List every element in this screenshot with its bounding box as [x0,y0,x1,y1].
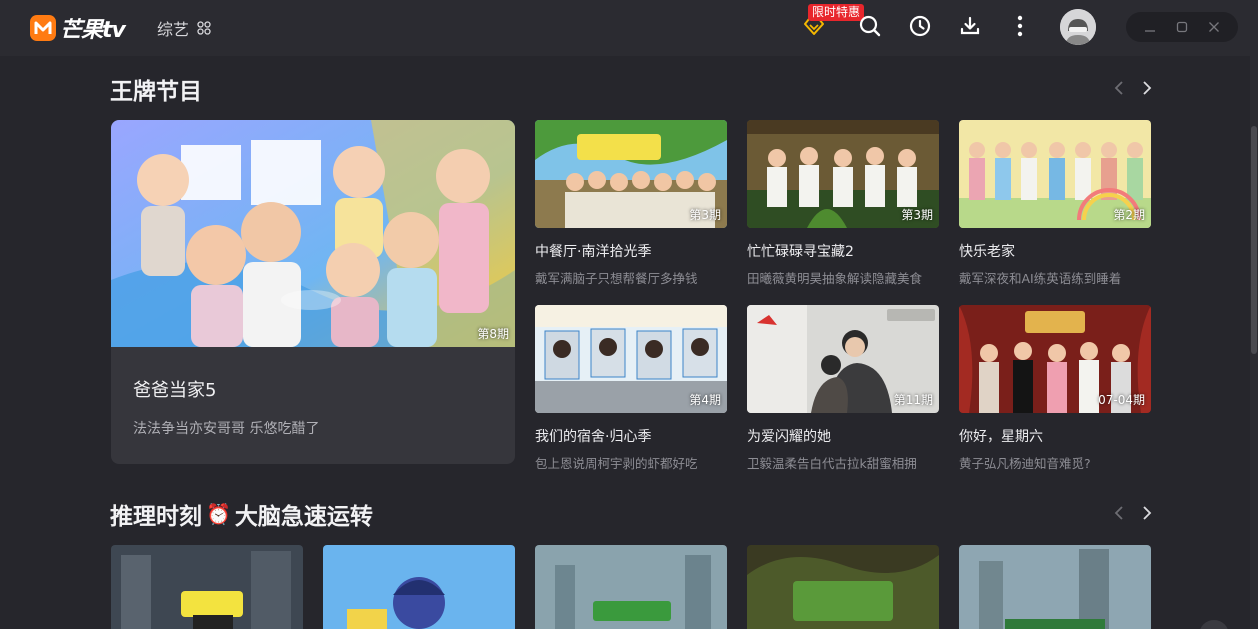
show-card[interactable]: 第3期 忙忙碌碌寻宝藏2 田曦薇黄明昊抽象解读隐藏美食 [747,120,939,287]
close-icon[interactable] [1207,20,1221,34]
show-card[interactable]: 07-04期 你好，星期六 黄子弘凡杨迪知音难觅? [959,305,1151,472]
chevron-left-icon [1114,506,1123,520]
scroll-thumb[interactable] [1251,126,1257,354]
category-label: 综艺 [157,20,190,39]
show-thumbnail[interactable] [747,545,939,629]
show-thumbnail[interactable]: 第4期 [535,305,727,413]
show-thumbnail[interactable]: 第3期 [535,120,727,228]
grid-icon [197,21,211,35]
show-card[interactable]: 第2期 快乐老家 戴军深夜和AI练英语练到睡着 [959,120,1151,287]
show-subtitle: 卫毅温柔告白代古拉k甜蜜相拥 [747,456,917,471]
episode-tag: 第8期 [477,327,509,341]
show-card[interactable]: 第11期 为爱闪耀的她 卫毅温柔告白代古拉k甜蜜相拥 [747,305,939,472]
user-avatar[interactable] [1060,9,1096,45]
episode-tag: 第2期 [1113,208,1145,222]
mango-logo-icon [30,15,56,41]
carousel-prev-button[interactable] [1112,80,1126,96]
download-button[interactable] [957,13,983,39]
top-bar: 芒果tv 综艺 限时特惠 [0,0,1258,56]
show-title[interactable]: 快乐老家 [959,241,1151,261]
show-thumbnail[interactable] [535,545,727,629]
show-thumbnail[interactable]: 第11期 [747,305,939,413]
show-thumbnail[interactable] [323,545,515,629]
page-scrollbar[interactable] [1250,56,1258,629]
featured-show-subtitle: 法法争当亦安哥哥 乐悠吃醋了 [133,421,320,437]
section-carousel-nav [1112,80,1154,96]
avatar-icon [1060,9,1096,45]
show-thumbnail[interactable]: 第2期 [959,120,1151,228]
featured-show-title[interactable]: 爸爸当家5 [133,376,216,402]
maximize-icon[interactable] [1175,20,1189,34]
window-controls [1126,12,1238,42]
search-button[interactable] [857,13,883,39]
episode-tag: 第4期 [689,393,721,407]
featured-show-card[interactable]: 第8期 爸爸当家5 法法争当亦安哥哥 乐悠吃醋了 [111,120,515,464]
more-menu-button[interactable] [1007,13,1033,39]
download-icon [960,16,980,35]
more-vertical-icon [1017,15,1023,37]
section-carousel-nav [1112,505,1154,521]
alarm-clock-emoji: ⏰ [206,502,231,526]
history-button[interactable] [907,13,933,39]
show-card[interactable]: 第4期 我们的宿舍·归心季 包上恩说周柯宇剥的虾都好吃 [535,305,727,472]
logo-text: 芒果tv [60,18,126,43]
section-title-mystery: 推理时刻 ⏰ 大脑急速运转 [110,497,373,531]
minimize-icon[interactable] [1143,20,1157,34]
carousel-next-button[interactable] [1140,80,1154,96]
show-subtitle: 黄子弘凡杨迪知音难觅? [959,456,1091,471]
show-title[interactable]: 我们的宿舍·归心季 [535,426,727,446]
show-subtitle: 田曦薇黄明昊抽象解读隐藏美食 [747,271,923,286]
show-thumbnail[interactable]: 第3期 [747,120,939,228]
carousel-next-button[interactable] [1140,505,1154,521]
chevron-right-icon [1143,506,1152,520]
chevron-right-icon [1143,81,1152,95]
show-subtitle: 戴军满脑子只想帮餐厅多挣钱 [535,271,698,286]
promo-badge[interactable]: 限时特惠 [808,4,865,21]
show-card[interactable]: 第3期 中餐厅·南洋拾光季 戴军满脑子只想帮餐厅多挣钱 [535,120,727,287]
carousel-prev-button[interactable] [1112,505,1126,521]
show-subtitle: 包上恩说周柯宇剥的虾都好吃 [535,456,698,471]
category-switcher[interactable]: 综艺 [157,16,211,40]
thumbnail-image [111,545,303,629]
show-title[interactable]: 为爱闪耀的她 [747,426,939,446]
thumbnail-image [535,545,727,629]
section-title-ace-shows: 王牌节目 [110,72,202,106]
show-title[interactable]: 你好，星期六 [959,426,1151,446]
show-title[interactable]: 忙忙碌碌寻宝藏2 [747,241,939,261]
featured-show-poster[interactable]: 第8期 [111,120,515,347]
show-title[interactable]: 中餐厅·南洋拾光季 [535,241,727,261]
back-to-top-button[interactable] [1199,620,1229,629]
episode-tag: 第3期 [689,208,721,222]
clock-icon [909,15,931,37]
show-subtitle: 戴军深夜和AI练英语练到睡着 [959,271,1122,286]
episode-tag: 07-04期 [1098,393,1145,407]
chevron-left-icon [1114,81,1123,95]
thumbnail-image [959,545,1151,629]
thumbnail-image [323,545,515,629]
episode-tag: 第11期 [893,393,933,407]
show-thumbnail[interactable] [959,545,1151,629]
search-icon [859,15,881,37]
thumbnail-image [747,545,939,629]
show-thumbnail[interactable]: 07-04期 [959,305,1151,413]
poster-image [111,120,515,347]
show-thumbnail[interactable] [111,545,303,629]
section-title-suffix: 大脑急速运转 [234,504,373,530]
app-logo[interactable]: 芒果tv [30,14,126,43]
episode-tag: 第3期 [901,208,933,222]
section-title-text: 王牌节目 [110,79,202,105]
section-title-text: 推理时刻 [110,504,202,530]
